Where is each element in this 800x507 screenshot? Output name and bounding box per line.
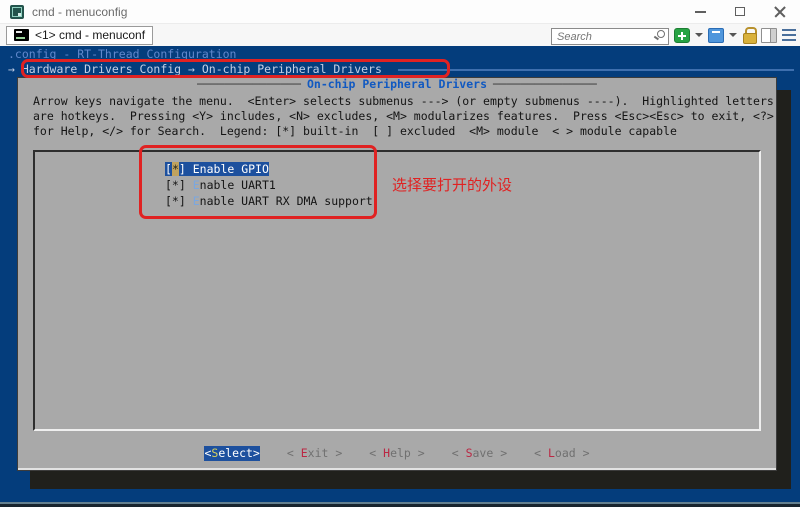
load-button[interactable]: < Load > [534, 446, 589, 461]
search-icon [657, 30, 665, 38]
instructions-line: for Help, </> for Search. Legend: [*] bu… [33, 124, 777, 139]
close-icon [774, 6, 786, 18]
cmd-console-icon [14, 29, 29, 41]
new-console-button[interactable] [674, 28, 690, 43]
dialog-shadow-bottom [30, 471, 791, 489]
status-bottom-bar [0, 502, 800, 507]
window-title: cmd - menuconfig [32, 5, 127, 19]
tab-label: <1> cmd - menuconf [35, 28, 145, 42]
conemu-logo-icon [10, 5, 24, 19]
tab-bar: <1> cmd - menuconf [0, 24, 800, 46]
annotation-box-menu-items [139, 145, 377, 219]
maximize-icon [735, 7, 745, 16]
hamburger-menu-button[interactable] [782, 29, 796, 41]
conemu-window: cmd - menuconfig <1> cmd - menuconf [0, 0, 800, 507]
annotation-box-breadcrumb [21, 59, 450, 78]
instructions-line: Arrow keys navigate the menu. <Enter> se… [33, 94, 777, 109]
save-button[interactable]: < Save > [452, 446, 507, 461]
search-input[interactable] [551, 28, 669, 45]
minimize-button[interactable] [680, 0, 720, 23]
split-view-dropdown-icon[interactable] [729, 33, 737, 37]
maximize-button[interactable] [720, 0, 760, 23]
dialog-title: On-chip Peripheral Drivers [301, 77, 493, 92]
select-button[interactable]: <Select> [204, 446, 259, 461]
panes-button[interactable] [761, 28, 777, 43]
lock-icon[interactable] [742, 27, 756, 43]
tab-cmd-menuconfig[interactable]: <1> cmd - menuconf [6, 26, 153, 45]
dialog-title-row: ───────────────On-chip Peripheral Driver… [18, 76, 776, 92]
help-button[interactable]: < Help > [369, 446, 424, 461]
split-view-button[interactable] [708, 28, 724, 43]
breadcrumb-rule [398, 69, 794, 71]
dialog-shadow-right [777, 90, 791, 489]
search-box [551, 27, 669, 44]
instructions-line: are hotkeys. Pressing <Y> includes, <N> … [33, 109, 777, 124]
title-bar: cmd - menuconfig [0, 0, 800, 24]
minimize-icon [695, 11, 706, 13]
new-console-dropdown-icon[interactable] [695, 33, 703, 37]
dialog-button-row: <Select> < Exit > < Help > < Save > < Lo… [18, 446, 776, 461]
exit-button[interactable]: < Exit > [287, 446, 342, 461]
annotation-note: 选择要打开的外设 [392, 178, 512, 193]
terminal: .config - RT-Thread Configuration → Hard… [0, 46, 800, 502]
menuconfig-dialog: ───────────────On-chip Peripheral Driver… [17, 77, 777, 471]
close-button[interactable] [760, 0, 800, 23]
